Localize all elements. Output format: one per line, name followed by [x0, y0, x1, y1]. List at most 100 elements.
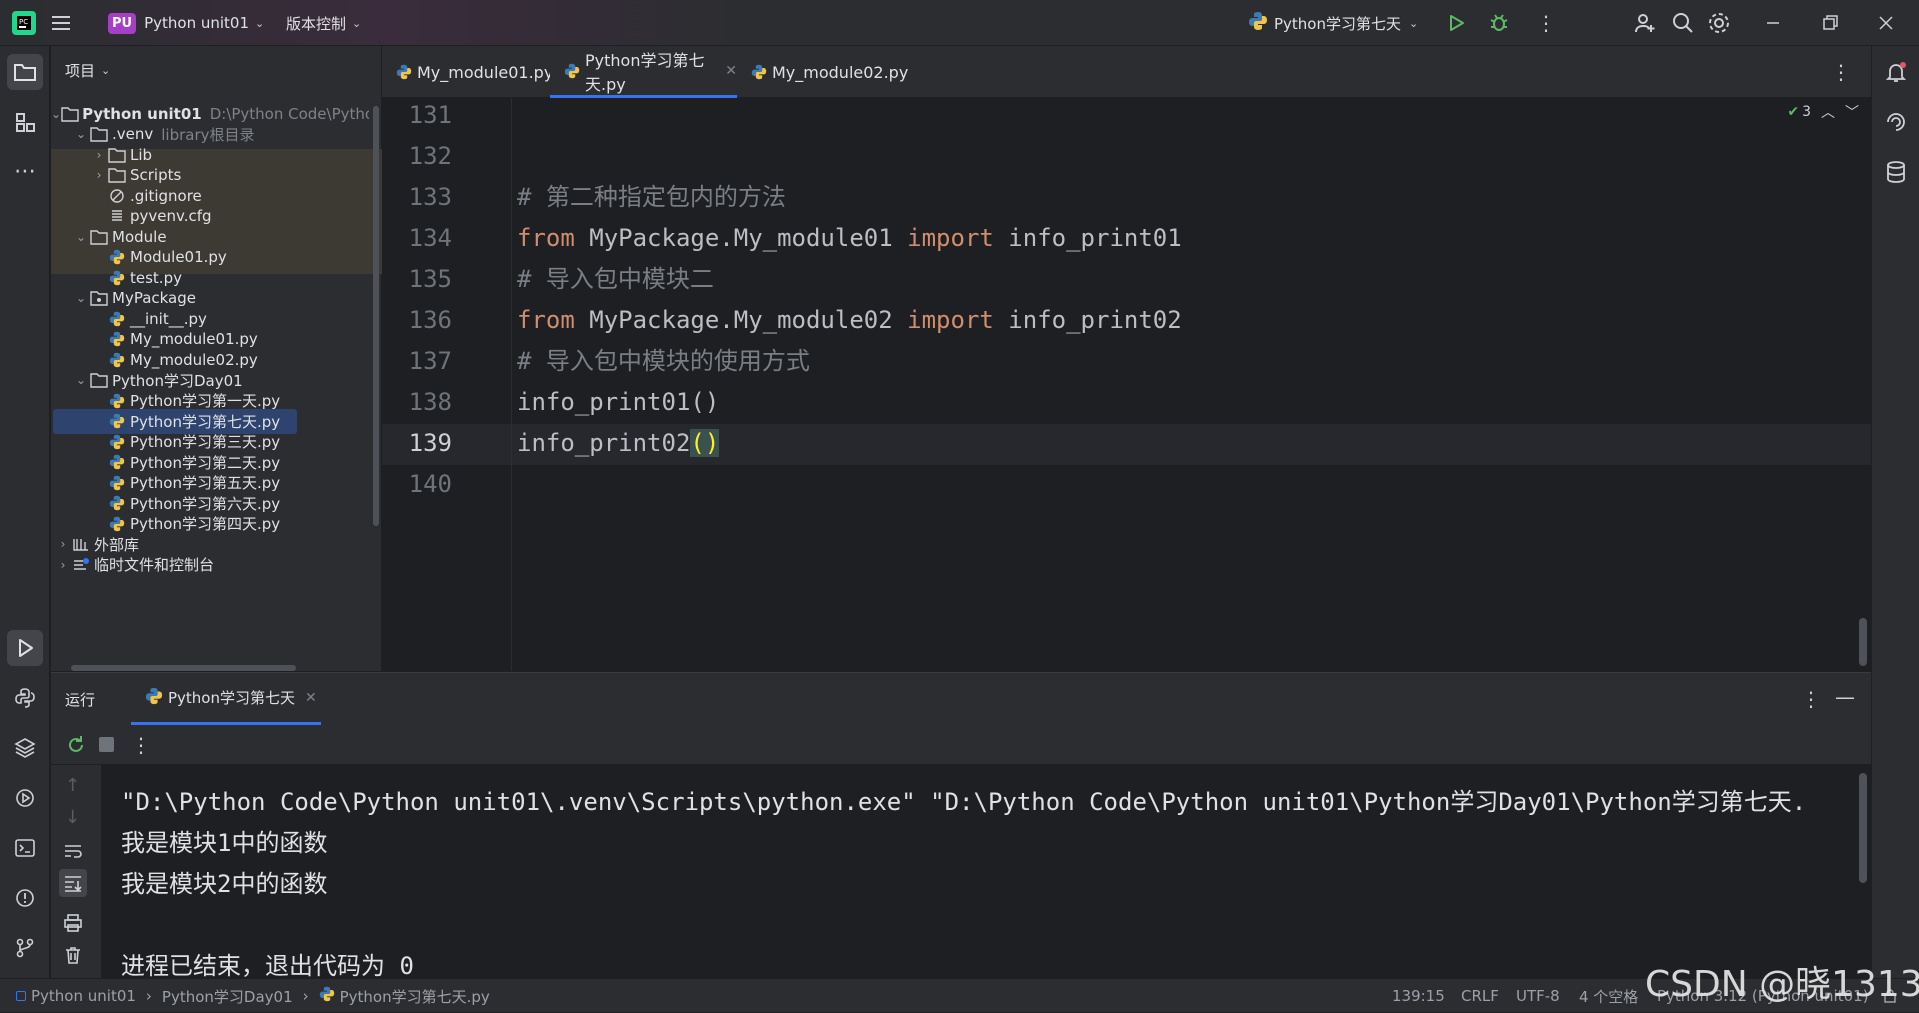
vertical-scrollbar[interactable] — [373, 106, 379, 526]
add-user-icon[interactable] — [1633, 0, 1657, 46]
editor-tab[interactable]: My_module01.py — [382, 46, 553, 98]
editor-tab[interactable]: Python学习第七天.py ✕ — [550, 46, 737, 98]
package-folder-icon — [89, 289, 109, 307]
close-tab-icon[interactable]: ✕ — [725, 63, 737, 79]
more-tools-icon[interactable]: ⋯ — [7, 154, 43, 190]
run-options-icon[interactable]: ⋮ — [1801, 687, 1821, 711]
python-file-icon — [107, 515, 127, 533]
close-tab-icon[interactable]: ✕ — [305, 690, 317, 706]
run-panel-header: 运行 Python学习第七天 ✕ ⋮ — — [51, 673, 1871, 725]
file-encoding[interactable]: UTF-8 — [1516, 979, 1560, 1013]
tree-item[interactable]: › 临时文件和控制台 — [51, 552, 369, 577]
tree-item-label: My_module02.py — [130, 350, 258, 369]
line-separator[interactable]: CRLF — [1461, 979, 1499, 1013]
console-line: 进程已结束，退出代码为 0 — [121, 952, 414, 979]
tab-actions-icon[interactable]: ⋮ — [1831, 60, 1851, 84]
tree-item-label: Module01.py — [130, 248, 227, 266]
structure-tool-icon[interactable] — [7, 104, 43, 140]
python-file-icon — [107, 392, 127, 410]
search-icon[interactable] — [1671, 0, 1695, 46]
notifications-bell-icon[interactable] — [1878, 54, 1914, 90]
more-run-actions-icon[interactable]: ⋮ — [131, 733, 151, 757]
breadcrumb-file[interactable]: Python学习第七天.py — [340, 986, 490, 1007]
project-badge: PU — [108, 12, 137, 34]
terminal-icon[interactable] — [7, 830, 43, 866]
vcs-menu[interactable]: 版本控制 ⌄ — [286, 0, 361, 46]
project-switcher[interactable]: PU Python unit01 ⌄ — [108, 0, 264, 46]
code-token: info_print01() — [517, 388, 720, 416]
python-console-icon[interactable] — [7, 680, 43, 716]
tree-item-label: My_module01.py — [130, 330, 258, 348]
code-token: import — [907, 224, 994, 252]
folder-icon — [89, 125, 109, 143]
console-output[interactable]: "D:\Python Code\Python unit01\.venv\Scri… — [51, 765, 1871, 979]
code-token: from — [517, 224, 575, 252]
config-file-icon — [107, 207, 127, 225]
previous-highlight-icon[interactable]: ︿ — [1821, 102, 1835, 122]
ai-assistant-icon[interactable] — [1878, 104, 1914, 140]
horizontal-scrollbar[interactable] — [71, 665, 296, 671]
chevron-down-icon: ⌄ — [1409, 16, 1419, 30]
run-tab[interactable]: Python学习第七天 ✕ — [131, 673, 321, 725]
breadcrumb-project[interactable]: Python unit01 — [31, 987, 136, 1005]
inspection-widget[interactable]: ✔ 3 — [1787, 104, 1811, 120]
close-window-icon[interactable] — [1876, 0, 1896, 46]
chevron-right-icon[interactable]: › — [91, 168, 107, 182]
run-toolbar: ⋮ — [51, 725, 1871, 765]
chevron-right-icon: › — [302, 987, 309, 1005]
code-token: MyPackage.My_module02 — [574, 306, 908, 334]
code-editor[interactable]: 131 132 133 134 135 136 137 138 139 140 # 第二种指定包内… — [382, 98, 1871, 671]
breadcrumb-folder[interactable]: Python学习Day01 — [162, 986, 293, 1007]
project-name: Python unit01 — [144, 14, 250, 32]
editor-tab[interactable]: My_module02.py — [737, 46, 908, 98]
editor-scrollbar[interactable] — [1859, 618, 1867, 666]
indent-setting[interactable]: 4 个空格 — [1579, 979, 1638, 1013]
main-menu-icon[interactable] — [50, 0, 72, 46]
pycharm-logo-icon[interactable]: PC — [10, 0, 38, 46]
run-config-selector[interactable]: Python学习第七天 ⌄ — [1248, 0, 1418, 46]
run-tool-icon[interactable] — [7, 630, 43, 666]
chevron-down-icon[interactable]: ⌄ — [73, 373, 89, 387]
line-number: 136 — [408, 306, 452, 334]
code-line: info_print02() — [517, 423, 720, 464]
debug-icon[interactable] — [1488, 0, 1510, 46]
run-icon[interactable] — [1446, 0, 1466, 46]
left-tool-strip: ⋯ — [0, 46, 50, 978]
chevron-right-icon[interactable]: › — [91, 148, 107, 162]
services-icon[interactable] — [7, 780, 43, 816]
settings-gear-icon[interactable] — [1707, 0, 1731, 46]
chevron-right-icon[interactable]: › — [55, 558, 71, 572]
python-file-icon — [564, 63, 580, 79]
cursor-position[interactable]: 139:15 — [1392, 979, 1445, 1013]
code-line: from MyPackage.My_module01 import info_p… — [517, 218, 1182, 259]
rerun-icon[interactable] — [65, 734, 87, 760]
chevron-right-icon[interactable]: › — [55, 537, 71, 551]
chevron-down-icon[interactable]: ⌄ — [73, 127, 89, 141]
console-scrollbar[interactable] — [1859, 773, 1867, 883]
next-highlight-icon[interactable]: ﹀ — [1845, 102, 1859, 122]
tree-item-label: Python学习第一天.py — [130, 392, 281, 410]
chevron-down-icon[interactable]: ⌄ — [73, 291, 89, 305]
python-packages-icon[interactable] — [7, 730, 43, 766]
project-tree: ⌄ Python unit01 D:\Python Code\Pytho ⌄ .venv… — [51, 99, 382, 671]
git-branch-icon[interactable] — [7, 930, 43, 966]
hide-panel-icon[interactable]: — — [1835, 685, 1855, 709]
console-line: "D:\Python Code\Python unit01\.venv\Scri… — [121, 788, 1807, 816]
minimize-icon[interactable] — [1763, 0, 1783, 46]
more-actions-icon[interactable]: ⋮ — [1536, 0, 1556, 46]
chevron-down-icon: ⌄ — [101, 64, 111, 77]
python-file-icon — [319, 986, 335, 1006]
python-file-icon — [107, 474, 127, 492]
stop-icon[interactable] — [99, 737, 114, 752]
restore-icon[interactable] — [1820, 0, 1840, 46]
project-tool-icon[interactable] — [7, 54, 43, 90]
project-panel-header[interactable]: 项目 ⌄ — [65, 60, 110, 81]
database-icon[interactable] — [1878, 154, 1914, 190]
folder-icon — [89, 371, 109, 389]
chevron-down-icon[interactable]: ⌄ — [73, 230, 89, 244]
tree-item-label: .venv — [112, 125, 154, 143]
problems-icon[interactable] — [7, 880, 43, 916]
tree-item-label: Lib — [130, 145, 153, 164]
code-token: info_print01 — [993, 224, 1182, 252]
chevron-down-icon[interactable]: ⌄ — [51, 107, 61, 121]
